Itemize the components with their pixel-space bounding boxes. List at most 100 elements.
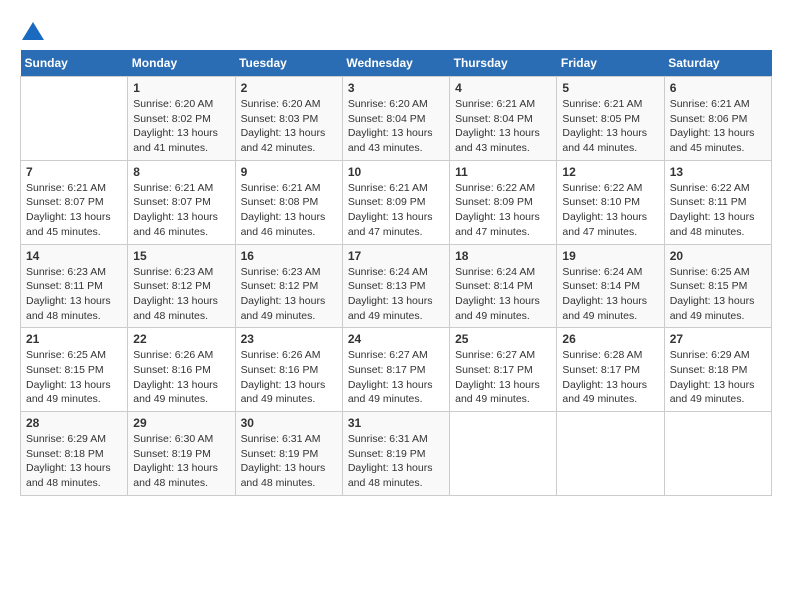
calendar-week-row: 14 Sunrise: 6:23 AM Sunset: 8:11 PM Dayli… <box>21 244 772 328</box>
calendar-cell: 8Sunrise: 6:21 AM Sunset: 8:07 PM Daylig… <box>128 160 235 244</box>
cell-content: Sunrise: 6:28 AM Sunset: 8:17 PM Dayligh… <box>562 348 658 407</box>
day-number: 2 <box>241 81 337 95</box>
cell-content: Sunrise: 6:24 AM Sunset: 8:14 PM Dayligh… <box>562 265 658 324</box>
calendar-table: SundayMondayTuesdayWednesdayThursdayFrid… <box>20 50 772 496</box>
weekday-header-sunday: Sunday <box>21 50 128 77</box>
calendar-cell: 23 Sunrise: 6:26 AM Sunset: 8:16 PM Dayli… <box>235 328 342 412</box>
cell-content: Sunrise: 6:24 AM Sunset: 8:14 PM Dayligh… <box>455 265 551 324</box>
calendar-week-row: 21Sunrise: 6:25 AM Sunset: 8:15 PM Dayli… <box>21 328 772 412</box>
calendar-cell: 25 Sunrise: 6:27 AM Sunset: 8:17 PM Dayli… <box>450 328 557 412</box>
day-number: 31 <box>348 416 444 430</box>
day-number: 15 <box>133 249 229 263</box>
cell-content: Sunrise: 6:21 AM Sunset: 8:07 PM Dayligh… <box>133 181 229 240</box>
calendar-cell: 16Sunrise: 6:23 AM Sunset: 8:12 PM Dayli… <box>235 244 342 328</box>
day-number: 5 <box>562 81 658 95</box>
day-number: 28 <box>26 416 122 430</box>
calendar-cell: 20 Sunrise: 6:25 AM Sunset: 8:15 PM Dayli… <box>664 244 771 328</box>
cell-content: Sunrise: 6:26 AM Sunset: 8:16 PM Dayligh… <box>241 348 337 407</box>
day-number: 24 <box>348 332 444 346</box>
day-number: 13 <box>670 165 766 179</box>
calendar-week-row: 1 Sunrise: 6:20 AM Sunset: 8:02 PM Daylig… <box>21 77 772 161</box>
calendar-cell: 28 Sunrise: 6:29 AM Sunset: 8:18 PM Dayli… <box>21 412 128 496</box>
calendar-cell: 15 Sunrise: 6:23 AM Sunset: 8:12 PM Dayli… <box>128 244 235 328</box>
cell-content: Sunrise: 6:23 AM Sunset: 8:11 PM Dayligh… <box>26 265 122 324</box>
calendar-cell: 17 Sunrise: 6:24 AM Sunset: 8:13 PM Dayli… <box>342 244 449 328</box>
cell-content: Sunrise: 6:27 AM Sunset: 8:17 PM Dayligh… <box>455 348 551 407</box>
day-number: 19 <box>562 249 658 263</box>
day-number: 25 <box>455 332 551 346</box>
day-number: 22 <box>133 332 229 346</box>
logo <box>20 20 44 40</box>
calendar-cell <box>664 412 771 496</box>
cell-content: Sunrise: 6:21 AM Sunset: 8:05 PM Dayligh… <box>562 97 658 156</box>
cell-content: Sunrise: 6:21 AM Sunset: 8:09 PM Dayligh… <box>348 181 444 240</box>
day-number: 6 <box>670 81 766 95</box>
cell-content: Sunrise: 6:21 AM Sunset: 8:04 PM Dayligh… <box>455 97 551 156</box>
day-number: 14 <box>26 249 122 263</box>
calendar-cell: 13 Sunrise: 6:22 AM Sunset: 8:11 PM Dayli… <box>664 160 771 244</box>
calendar-body: 1 Sunrise: 6:20 AM Sunset: 8:02 PM Daylig… <box>21 77 772 496</box>
day-number: 3 <box>348 81 444 95</box>
cell-content: Sunrise: 6:31 AM Sunset: 8:19 PM Dayligh… <box>241 432 337 491</box>
calendar-cell: 19 Sunrise: 6:24 AM Sunset: 8:14 PM Dayli… <box>557 244 664 328</box>
cell-content: Sunrise: 6:31 AM Sunset: 8:19 PM Dayligh… <box>348 432 444 491</box>
cell-content: Sunrise: 6:24 AM Sunset: 8:13 PM Dayligh… <box>348 265 444 324</box>
calendar-cell: 22Sunrise: 6:26 AM Sunset: 8:16 PM Dayli… <box>128 328 235 412</box>
calendar-cell: 5 Sunrise: 6:21 AM Sunset: 8:05 PM Daylig… <box>557 77 664 161</box>
weekday-header-friday: Friday <box>557 50 664 77</box>
calendar-cell <box>450 412 557 496</box>
calendar-week-row: 28 Sunrise: 6:29 AM Sunset: 8:18 PM Dayli… <box>21 412 772 496</box>
calendar-cell: 4Sunrise: 6:21 AM Sunset: 8:04 PM Daylig… <box>450 77 557 161</box>
cell-content: Sunrise: 6:22 AM Sunset: 8:10 PM Dayligh… <box>562 181 658 240</box>
calendar-cell: 14 Sunrise: 6:23 AM Sunset: 8:11 PM Dayli… <box>21 244 128 328</box>
cell-content: Sunrise: 6:27 AM Sunset: 8:17 PM Dayligh… <box>348 348 444 407</box>
cell-content: Sunrise: 6:20 AM Sunset: 8:03 PM Dayligh… <box>241 97 337 156</box>
calendar-cell: 3 Sunrise: 6:20 AM Sunset: 8:04 PM Daylig… <box>342 77 449 161</box>
cell-content: Sunrise: 6:25 AM Sunset: 8:15 PM Dayligh… <box>670 265 766 324</box>
calendar-cell: 31 Sunrise: 6:31 AM Sunset: 8:19 PM Dayli… <box>342 412 449 496</box>
day-number: 1 <box>133 81 229 95</box>
day-number: 7 <box>26 165 122 179</box>
calendar-cell: 7 Sunrise: 6:21 AM Sunset: 8:07 PM Daylig… <box>21 160 128 244</box>
day-number: 27 <box>670 332 766 346</box>
cell-content: Sunrise: 6:30 AM Sunset: 8:19 PM Dayligh… <box>133 432 229 491</box>
day-number: 9 <box>241 165 337 179</box>
calendar-cell: 26 Sunrise: 6:28 AM Sunset: 8:17 PM Dayli… <box>557 328 664 412</box>
cell-content: Sunrise: 6:21 AM Sunset: 8:07 PM Dayligh… <box>26 181 122 240</box>
cell-content: Sunrise: 6:22 AM Sunset: 8:09 PM Dayligh… <box>455 181 551 240</box>
day-number: 26 <box>562 332 658 346</box>
cell-content: Sunrise: 6:23 AM Sunset: 8:12 PM Dayligh… <box>241 265 337 324</box>
day-number: 12 <box>562 165 658 179</box>
calendar-cell: 27Sunrise: 6:29 AM Sunset: 8:18 PM Dayli… <box>664 328 771 412</box>
calendar-cell: 10 Sunrise: 6:21 AM Sunset: 8:09 PM Dayli… <box>342 160 449 244</box>
cell-content: Sunrise: 6:20 AM Sunset: 8:02 PM Dayligh… <box>133 97 229 156</box>
calendar-cell: 6 Sunrise: 6:21 AM Sunset: 8:06 PM Daylig… <box>664 77 771 161</box>
day-number: 18 <box>455 249 551 263</box>
calendar-cell: 12 Sunrise: 6:22 AM Sunset: 8:10 PM Dayli… <box>557 160 664 244</box>
day-number: 17 <box>348 249 444 263</box>
calendar-cell: 2 Sunrise: 6:20 AM Sunset: 8:03 PM Daylig… <box>235 77 342 161</box>
cell-content: Sunrise: 6:29 AM Sunset: 8:18 PM Dayligh… <box>26 432 122 491</box>
day-number: 20 <box>670 249 766 263</box>
weekday-header-row: SundayMondayTuesdayWednesdayThursdayFrid… <box>21 50 772 77</box>
day-number: 21 <box>26 332 122 346</box>
weekday-header-monday: Monday <box>128 50 235 77</box>
header <box>20 20 772 40</box>
day-number: 11 <box>455 165 551 179</box>
weekday-header-tuesday: Tuesday <box>235 50 342 77</box>
day-number: 23 <box>241 332 337 346</box>
cell-content: Sunrise: 6:23 AM Sunset: 8:12 PM Dayligh… <box>133 265 229 324</box>
weekday-header-wednesday: Wednesday <box>342 50 449 77</box>
calendar-header: SundayMondayTuesdayWednesdayThursdayFrid… <box>21 50 772 77</box>
calendar-cell: 21Sunrise: 6:25 AM Sunset: 8:15 PM Dayli… <box>21 328 128 412</box>
day-number: 30 <box>241 416 337 430</box>
day-number: 10 <box>348 165 444 179</box>
cell-content: Sunrise: 6:21 AM Sunset: 8:06 PM Dayligh… <box>670 97 766 156</box>
calendar-cell: 9Sunrise: 6:21 AM Sunset: 8:08 PM Daylig… <box>235 160 342 244</box>
calendar-cell <box>557 412 664 496</box>
calendar-cell: 11 Sunrise: 6:22 AM Sunset: 8:09 PM Dayli… <box>450 160 557 244</box>
cell-content: Sunrise: 6:22 AM Sunset: 8:11 PM Dayligh… <box>670 181 766 240</box>
weekday-header-saturday: Saturday <box>664 50 771 77</box>
cell-content: Sunrise: 6:20 AM Sunset: 8:04 PM Dayligh… <box>348 97 444 156</box>
weekday-header-thursday: Thursday <box>450 50 557 77</box>
